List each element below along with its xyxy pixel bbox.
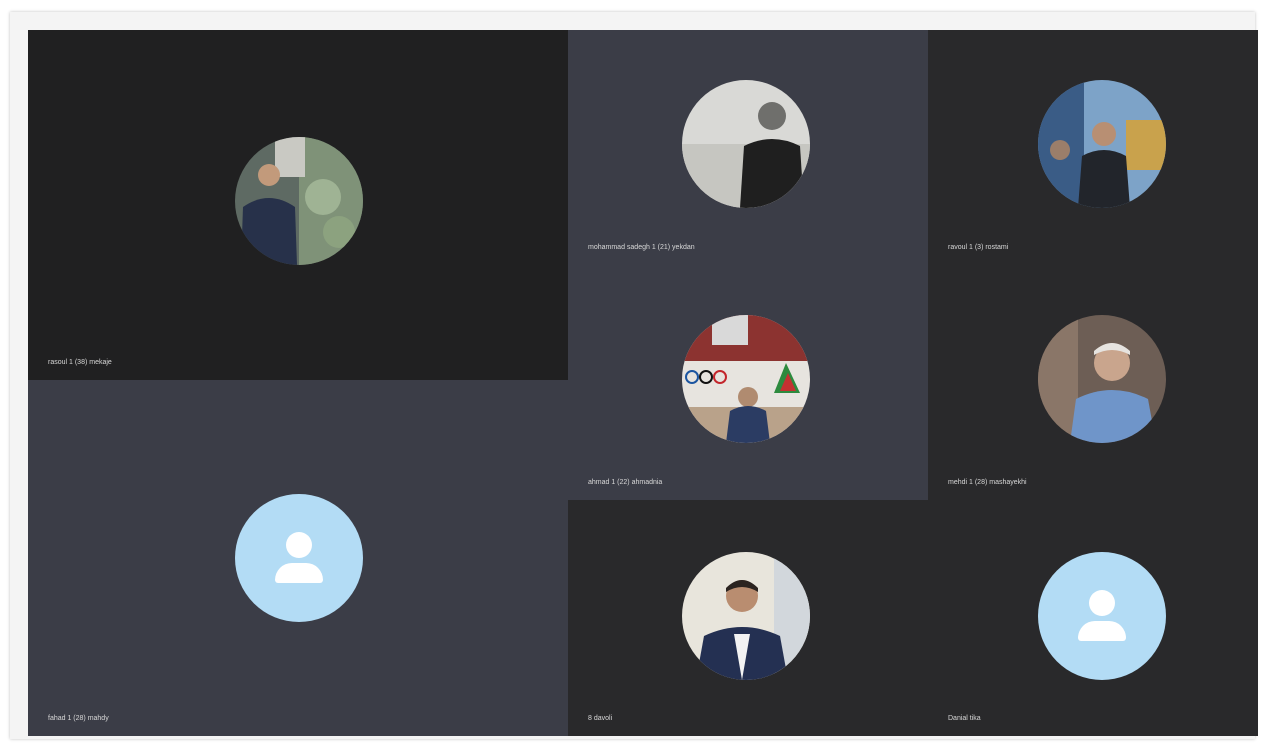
participant-tile[interactable]: 8 davoli — [568, 500, 928, 736]
participant-tile[interactable]: rasoul 1 (38) mekaje — [28, 30, 568, 380]
participant-tile[interactable]: fahad 1 (28) mahdy — [28, 380, 568, 736]
participant-name: ahmad 1 (22) ahmadnia — [588, 479, 663, 486]
man-office-photo-icon — [1038, 80, 1166, 208]
participant-name: 8 davoli — [588, 715, 613, 722]
participant-photo-avatar — [682, 552, 810, 680]
person-icon-head — [1089, 590, 1115, 617]
participant-name: mohammad sadegh 1 (21) yekdan — [588, 244, 695, 251]
participant-tile[interactable]: Danial tika — [928, 500, 1258, 736]
participant-photo-avatar — [682, 315, 810, 443]
participant-name: ravoul 1 (3) rostami — [948, 244, 1009, 251]
participant-photo-avatar — [1038, 80, 1166, 208]
participant-name: rasoul 1 (38) mekaje — [48, 359, 112, 366]
participant-name: Danial tika — [948, 715, 981, 722]
participant-tile[interactable]: ahmad 1 (22) ahmadnia — [568, 265, 928, 500]
participant-name: mehdi 1 (28) mashayekhi — [948, 479, 1027, 486]
participant-tile[interactable]: ravoul 1 (3) rostami — [928, 30, 1258, 265]
participant-tile[interactable]: mehdi 1 (28) mashayekhi — [928, 265, 1258, 500]
participant-photo-avatar — [1038, 315, 1166, 443]
participant-photo-avatar — [235, 137, 363, 265]
person-icon-head — [286, 532, 312, 559]
person-icon-body — [1078, 621, 1126, 642]
man-grayscale-photo-icon — [682, 80, 810, 208]
participant-photo-avatar — [682, 80, 810, 208]
person-icon-body — [275, 563, 323, 584]
default-avatar — [1038, 552, 1166, 680]
older-man-photo-icon — [1038, 315, 1166, 443]
default-avatar — [235, 494, 363, 622]
participant-name: fahad 1 (28) mahdy — [48, 715, 109, 722]
video-grid: rasoul 1 (38) mekaje fahad 1 (28) mahdy … — [28, 30, 1258, 736]
olympic-room-photo-icon — [682, 315, 810, 443]
participant-tile[interactable]: mohammad sadegh 1 (21) yekdan — [568, 30, 928, 265]
man-suit-photo-icon — [682, 552, 810, 680]
man-outdoor-photo-icon — [235, 137, 363, 265]
